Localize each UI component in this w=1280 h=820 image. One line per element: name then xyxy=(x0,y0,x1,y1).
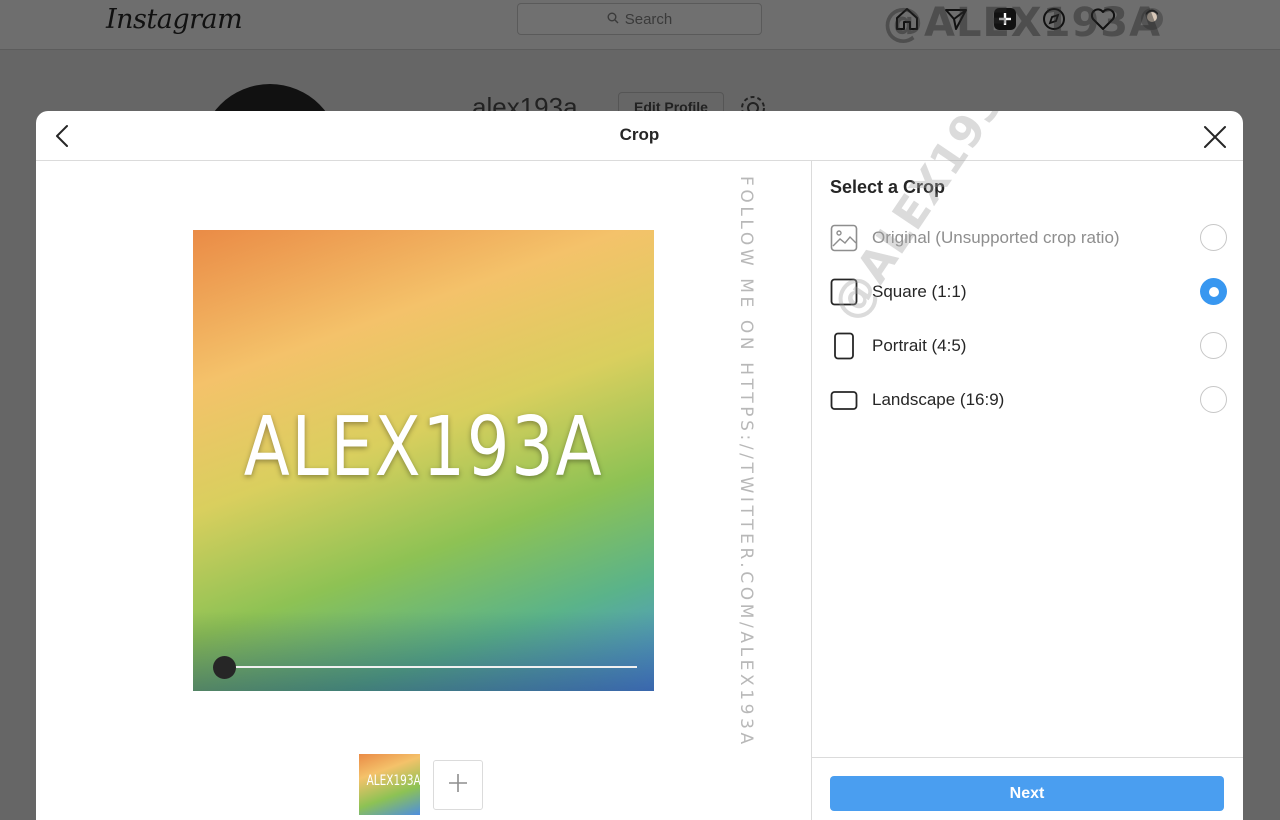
footer-divider xyxy=(812,757,1243,758)
preview-image-text: ALEX193A xyxy=(243,400,604,495)
modal-title: Crop xyxy=(619,125,660,144)
crop-image-preview[interactable]: ALEX193A xyxy=(193,230,654,691)
top-navigation-bar: Instagram Search @ALEX193A xyxy=(0,0,1280,50)
thumbnail-text: ALEX193A xyxy=(366,773,420,789)
crop-preview-pane: ALEX193A ALEX193A FOLLOW ME ON HTTPS://T… xyxy=(36,161,811,820)
portrait-crop-icon xyxy=(830,332,858,360)
search-input[interactable]: Search xyxy=(517,3,762,35)
plus-icon xyxy=(447,772,469,799)
crop-option-label: Landscape (16:9) xyxy=(872,390,1005,409)
search-placeholder: Search xyxy=(624,10,673,28)
search-icon xyxy=(607,11,619,28)
image-icon xyxy=(830,224,858,252)
modal-header: Crop xyxy=(36,111,1243,161)
crop-option-landscape[interactable]: Landscape (16:9) xyxy=(812,375,1243,423)
crop-options-pane: Select a Crop Original (Unsupported crop… xyxy=(812,111,1243,820)
radio-button-selected[interactable] xyxy=(1200,278,1227,305)
radio-button[interactable] xyxy=(1200,332,1227,359)
crop-option-label: Portrait (4:5) xyxy=(872,336,967,355)
preview-shade xyxy=(193,611,654,691)
crop-option-portrait[interactable]: Portrait (4:5) xyxy=(812,321,1243,369)
top-watermark: @ALEX193A xyxy=(883,0,1162,46)
close-icon[interactable] xyxy=(1201,123,1229,151)
landscape-crop-icon xyxy=(830,386,858,414)
crop-modal: Crop ALEX193A ALEX193A FOLLOW ME ON HTTP… xyxy=(36,111,1243,820)
vertical-watermark: FOLLOW ME ON HTTPS://TWITTER.COM/ALEX193… xyxy=(736,176,756,748)
add-media-button[interactable] xyxy=(433,760,483,810)
radio-button[interactable] xyxy=(1200,386,1227,413)
instagram-logo[interactable]: Instagram xyxy=(106,4,243,35)
zoom-slider-knob[interactable] xyxy=(213,656,236,679)
media-thumbnail[interactable]: ALEX193A xyxy=(359,754,420,815)
radio-button[interactable] xyxy=(1200,224,1227,251)
next-button[interactable]: Next xyxy=(830,776,1224,811)
zoom-slider-track[interactable] xyxy=(223,666,637,668)
